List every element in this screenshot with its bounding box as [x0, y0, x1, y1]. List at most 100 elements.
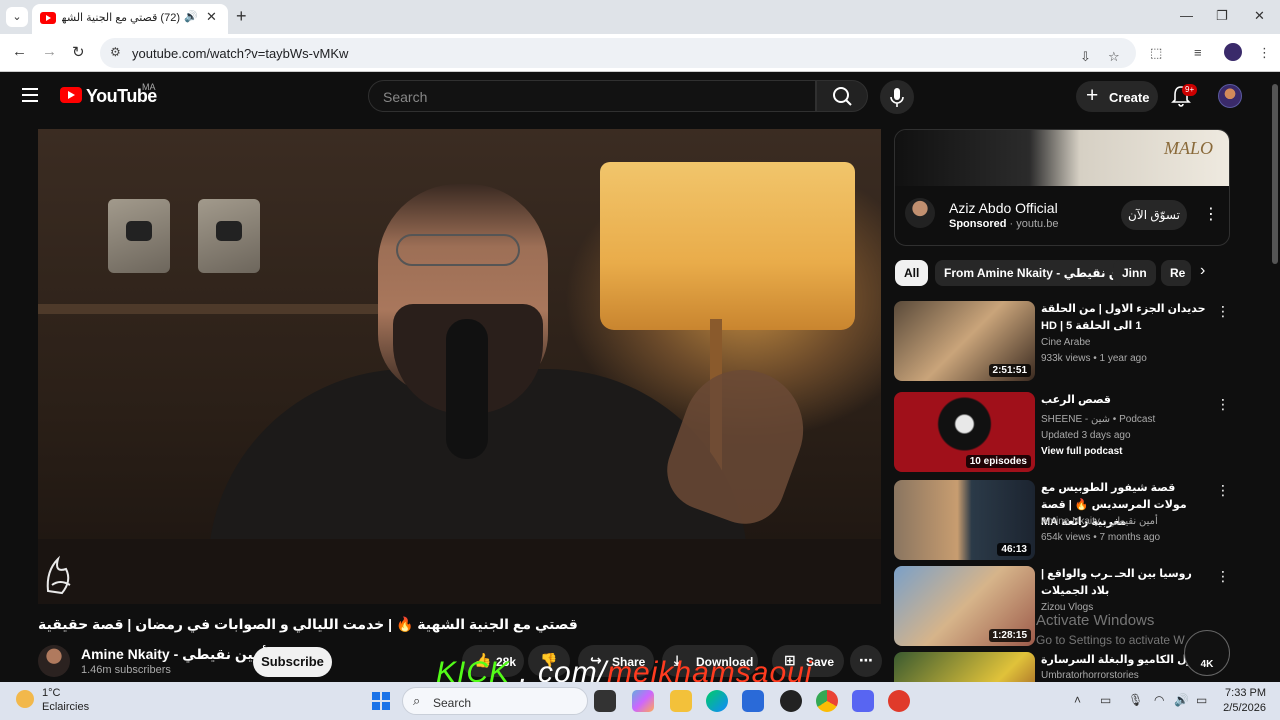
chrome-menu-icon[interactable]: ⋮	[1258, 45, 1271, 61]
wifi-icon[interactable]: ◠	[1154, 693, 1164, 707]
clock-time[interactable]: 7:33 PM	[1224, 687, 1266, 699]
scrollbar-thumb[interactable]	[1272, 84, 1278, 264]
minimize-button[interactable]: —	[1180, 8, 1193, 23]
mail-icon[interactable]	[742, 690, 764, 712]
microphone-tray-icon[interactable]: 🎙	[1128, 693, 1143, 707]
video-thumbnail[interactable]	[894, 652, 1035, 682]
task-view-icon[interactable]	[594, 690, 616, 712]
podcast-thumbnail[interactable]: 10 episodes	[894, 392, 1035, 472]
search-icon: ⌕	[413, 693, 421, 708]
recommendation-channel[interactable]: SHEENE - شين • Podcast	[1041, 414, 1155, 425]
recommendation-title[interactable]: روسيا بين الحـ ـرب والواقع | بلاد الجميل…	[1041, 566, 1211, 600]
recommendation-title[interactable]: قصص الرعب	[1041, 392, 1211, 409]
video-player[interactable]	[38, 129, 881, 604]
bookmark-star-icon[interactable]: ☆	[1108, 49, 1120, 65]
obs-icon[interactable]	[780, 690, 802, 712]
video-thumbnail[interactable]: 2:51:51	[894, 301, 1035, 381]
more-actions-button[interactable]: ⋯	[850, 645, 882, 677]
tab-close-button[interactable]: ✕	[206, 9, 217, 25]
video-shelf	[38, 304, 398, 314]
chevron-right-icon[interactable]: ›	[1200, 262, 1205, 280]
ad-more-icon[interactable]: ⋮	[1203, 204, 1219, 224]
more-vertical-icon[interactable]: ⋮	[1216, 568, 1230, 585]
recommendation-item[interactable]: 46:13 قصة شيفور الطوبيس مع مولات المرسدي…	[894, 480, 1234, 560]
channel-name[interactable]: Amine Nkaity - أمين نقيطي	[81, 646, 280, 663]
url-text[interactable]: youtube.com/watch?v=taybWs-vMKw	[132, 46, 348, 61]
weather-icon[interactable]	[16, 690, 34, 708]
ad-cta-button[interactable]: تسوّق الآن	[1121, 200, 1187, 230]
address-bar-row: ← → ↻ ⚙ youtube.com/watch?v=taybWs-vMKw …	[0, 34, 1280, 72]
view-full-podcast-link[interactable]: View full podcast	[1041, 446, 1123, 457]
file-explorer-icon[interactable]	[670, 690, 692, 712]
extensions-icon[interactable]: ⬚	[1150, 45, 1162, 61]
ad-title[interactable]: Aziz Abdo Official	[949, 200, 1058, 216]
create-label: Create	[1109, 90, 1150, 105]
chip-jinn[interactable]: Jinn	[1113, 260, 1156, 286]
ad-avatar[interactable]	[905, 198, 935, 228]
subscriber-count: 1.46m subscribers	[81, 664, 171, 676]
create-button[interactable]: + Create	[1076, 81, 1158, 112]
site-info-icon[interactable]: ⚙	[110, 45, 121, 59]
restore-button[interactable]: ❐	[1216, 8, 1228, 24]
more-vertical-icon[interactable]: ⋮	[1216, 396, 1230, 413]
tab-search-dropdown-icon[interactable]: ⌄	[6, 7, 28, 27]
channel-watermark-icon[interactable]	[42, 551, 78, 597]
youtube-logo-icon[interactable]	[60, 87, 82, 103]
window-close-button[interactable]: ✕	[1254, 8, 1265, 24]
browser-tab-active[interactable]: (72) قصتي مع الجنية الشهية 🔊 ✕	[32, 4, 228, 34]
voice-search-button[interactable]	[880, 80, 914, 114]
ad-banner-image[interactable]: MALO	[895, 130, 1229, 186]
youtube-header: YouTube MA + Create	[0, 72, 1280, 120]
recommendation-item[interactable]: 2:51:51 حديدان الجزء الاول | من الحلقة 1…	[894, 301, 1234, 381]
video-duration: 46:13	[997, 543, 1031, 556]
chip-more[interactable]: Re	[1161, 260, 1191, 286]
tray-overflow-icon[interactable]: ˄	[1074, 693, 1081, 707]
tab-audio-icon[interactable]: 🔊	[184, 10, 198, 23]
recommendation-channel[interactable]: Cine Arabe	[1041, 337, 1090, 348]
new-tab-button[interactable]: +	[236, 6, 247, 27]
battery-icon[interactable]: ▭	[1196, 693, 1207, 707]
recommendation-channel[interactable]: Amine Nkaity - أمين نقيطي	[1041, 516, 1158, 527]
volume-icon[interactable]: 🔊	[1174, 693, 1189, 707]
start-button-icon[interactable]	[372, 692, 390, 710]
taskbar-search[interactable]: ⌕ Search	[402, 687, 588, 715]
channel-avatar[interactable]	[38, 645, 70, 677]
sponsored-ad-card[interactable]: MALO Aziz Abdo Official Sponsored · yout…	[894, 129, 1230, 246]
chip-all[interactable]: All	[895, 260, 929, 286]
recommendation-item[interactable]: مول الكاميو والبغلة السرسارة Umbratorhor…	[894, 652, 1234, 682]
account-avatar[interactable]	[1218, 84, 1242, 108]
profile-avatar-icon[interactable]	[1224, 43, 1242, 61]
video-duration: 1:28:15	[988, 629, 1031, 642]
menu-icon[interactable]	[22, 88, 38, 102]
omnibox[interactable]: ⚙ youtube.com/watch?v=taybWs-vMKw ⇩ ☆	[100, 38, 1136, 68]
more-vertical-icon[interactable]: ⋮	[1216, 482, 1230, 499]
search-button[interactable]	[816, 80, 868, 112]
app-icon[interactable]	[888, 690, 910, 712]
subscribe-button[interactable]: Subscribe	[253, 647, 332, 677]
weather-temperature[interactable]: 1°C	[42, 687, 60, 699]
page-scrollbar[interactable]	[1270, 72, 1280, 682]
weather-description[interactable]: Eclaircies	[42, 701, 89, 713]
recommendation-item[interactable]: 10 episodes قصص الرعب SHEENE - شين • Pod…	[894, 392, 1234, 472]
edge-icon[interactable]	[706, 690, 728, 712]
search-box[interactable]	[368, 80, 816, 112]
media-control-icon[interactable]: ≡	[1194, 45, 1202, 60]
more-vertical-icon[interactable]: ⋮	[1216, 303, 1230, 320]
back-button[interactable]: ←	[12, 43, 27, 60]
clock-date[interactable]: 2/5/2026	[1216, 702, 1266, 714]
search-input[interactable]	[383, 87, 803, 107]
recommendation-title[interactable]: حديدان الجزء الاول | من الحلقة 1 الى الح…	[1041, 301, 1211, 335]
copilot-icon[interactable]	[632, 690, 654, 712]
video-thumbnail[interactable]: 46:13	[894, 480, 1035, 560]
recommendation-channel[interactable]: Umbratorhorrorstories	[1041, 670, 1139, 681]
discord-icon[interactable]	[852, 690, 874, 712]
chrome-icon[interactable]	[816, 690, 838, 712]
install-app-icon[interactable]: ⇩	[1080, 49, 1091, 65]
activate-windows-subtext: Go to Settings to activate W	[1036, 633, 1185, 647]
tray-app-icon[interactable]: ▭	[1100, 693, 1111, 707]
ad-meta: Sponsored · youtu.be	[949, 218, 1059, 230]
reload-button[interactable]: ↻	[72, 43, 85, 61]
video-thumbnail[interactable]: 1:28:15	[894, 566, 1035, 646]
forward-button[interactable]: →	[42, 43, 57, 60]
activate-windows-watermark: Activate Windows	[1036, 612, 1155, 629]
